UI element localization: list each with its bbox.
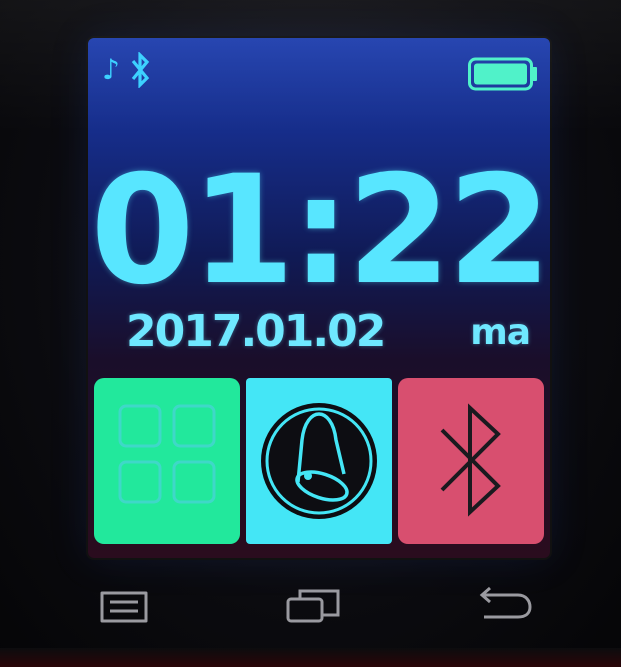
bell-icon: [261, 403, 377, 519]
bluetooth-tile[interactable]: [398, 378, 544, 544]
alarm-tile[interactable]: [246, 378, 392, 544]
status-bar: ♪: [88, 38, 550, 110]
device-bottom-edge: [0, 648, 621, 667]
bluetooth-icon: [131, 52, 150, 88]
back-icon[interactable]: [470, 575, 540, 635]
clock-time: 01:22: [90, 144, 550, 318]
clock-date: 2017.01.02: [126, 306, 386, 357]
menu-icon[interactable]: [92, 575, 162, 635]
watch-screen: ♪ 01:22 2017.01.02 ma: [88, 38, 550, 558]
clock-weekday: ma: [470, 312, 531, 353]
battery-icon: [468, 57, 537, 91]
bluetooth-icon: [440, 403, 501, 517]
apps-tile[interactable]: [94, 378, 240, 544]
recent-apps-icon[interactable]: [280, 575, 350, 635]
smartwatch-photo: ♪ 01:22 2017.01.02 ma: [0, 0, 621, 667]
app-tiles: [94, 378, 544, 544]
apps-grid-icon: [118, 404, 216, 504]
music-note-icon: ♪: [102, 53, 120, 86]
hardware-nav-bar: [0, 575, 621, 635]
